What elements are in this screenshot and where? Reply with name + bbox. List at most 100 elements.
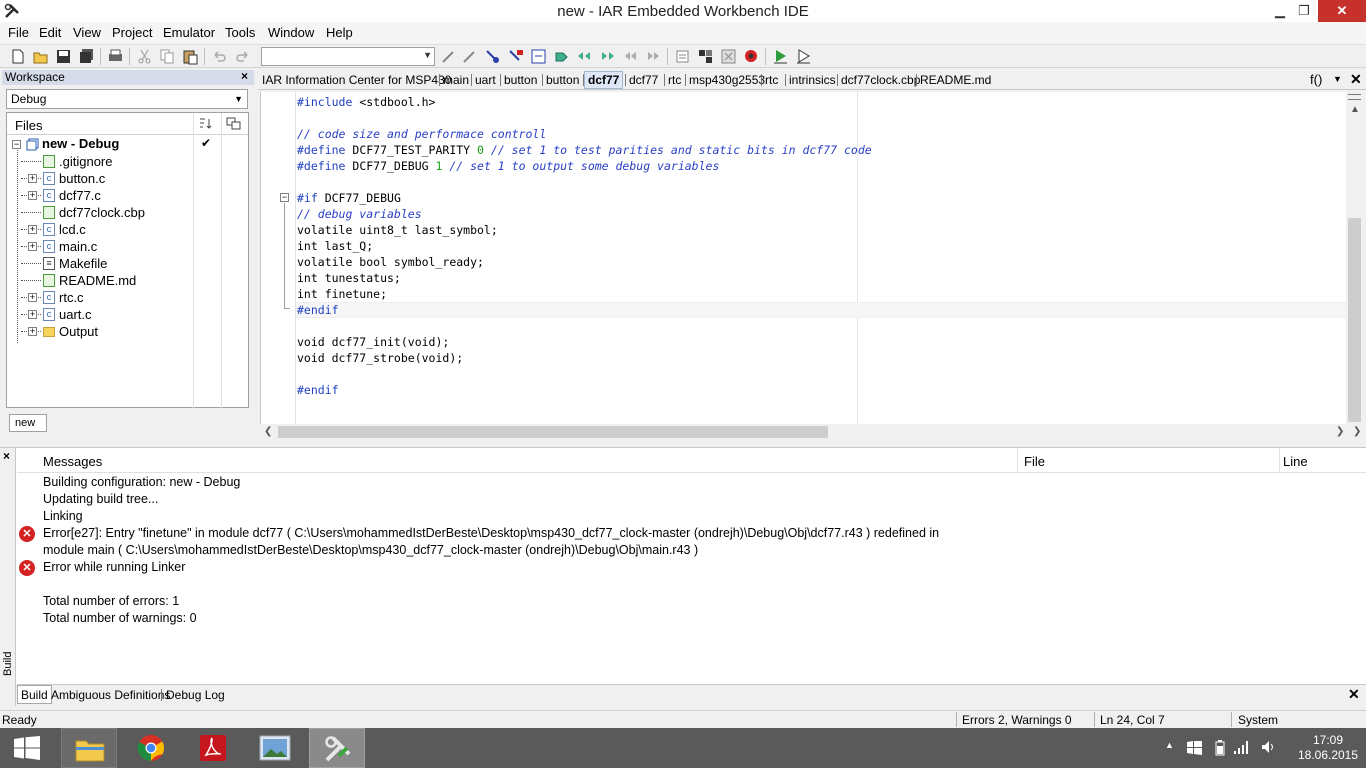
- file-column-header[interactable]: File: [1024, 454, 1045, 469]
- tab-debug-log[interactable]: Debug Log: [166, 688, 225, 702]
- tree-item[interactable]: + c main.c: [7, 238, 248, 255]
- error-message[interactable]: Error while running Linker: [43, 560, 185, 574]
- volume-icon[interactable]: [1261, 740, 1275, 754]
- scroll-up-icon[interactable]: ▲: [1350, 104, 1360, 115]
- acrobat-task-button[interactable]: [185, 728, 241, 768]
- close-icon[interactable]: ×: [241, 69, 248, 83]
- find-previous-icon[interactable]: [461, 48, 478, 65]
- editor-tab[interactable]: dcf77: [629, 73, 658, 87]
- fold-collapse-icon[interactable]: −: [280, 193, 289, 202]
- horizontal-scroll-thumb[interactable]: [278, 426, 828, 438]
- function-navigator[interactable]: f(): [1310, 72, 1322, 87]
- configuration-select[interactable]: Debug ▼: [6, 89, 248, 109]
- editor-tab[interactable]: dcf77clock.cbp: [841, 73, 920, 87]
- editor-tab[interactable]: msp430g2553: [689, 73, 765, 87]
- editor-tab[interactable]: dcf77: [584, 71, 624, 89]
- chrome-task-button[interactable]: [123, 728, 179, 768]
- find-next-icon[interactable]: [440, 48, 457, 65]
- menu-file[interactable]: File: [8, 25, 29, 40]
- splitter-handle[interactable]: [1348, 94, 1361, 100]
- undo-icon[interactable]: [211, 48, 228, 65]
- close-icon[interactable]: ×: [3, 449, 10, 463]
- sort-icon[interactable]: [198, 117, 213, 130]
- navigate-backward-icon[interactable]: [622, 48, 639, 65]
- editor-tab[interactable]: button: [504, 73, 537, 87]
- menu-edit[interactable]: Edit: [39, 25, 61, 40]
- horizontal-scrollbar[interactable]: ❮ ❯ ❯: [260, 424, 1366, 440]
- download-and-debug-icon[interactable]: [772, 48, 789, 65]
- breakpoint-icon[interactable]: [743, 48, 760, 65]
- menu-project[interactable]: Project: [112, 25, 152, 40]
- chevron-down-icon[interactable]: ▼: [234, 94, 243, 104]
- editor-tab[interactable]: rtc: [668, 73, 681, 87]
- next-bookmark-icon[interactable]: [599, 48, 616, 65]
- print-icon[interactable]: [107, 48, 124, 65]
- message-line[interactable]: Total number of warnings: 0: [43, 611, 197, 625]
- tree-item[interactable]: + c button.c: [7, 170, 248, 187]
- redo-icon[interactable]: [234, 48, 251, 65]
- chevron-down-icon[interactable]: ▼: [1333, 74, 1342, 84]
- make-icon[interactable]: [697, 48, 714, 65]
- expand-icon[interactable]: +: [28, 327, 37, 336]
- find-in-files-icon[interactable]: [484, 48, 501, 65]
- vertical-scrollbar[interactable]: ▲: [1346, 92, 1363, 424]
- menu-help[interactable]: Help: [326, 25, 353, 40]
- expand-icon[interactable]: +: [28, 310, 37, 319]
- battery-icon[interactable]: [1215, 740, 1225, 756]
- restore-button[interactable]: ❐: [1290, 0, 1318, 22]
- collapse-icon[interactable]: −: [12, 140, 21, 149]
- expand-icon[interactable]: +: [28, 293, 37, 302]
- editor-tab[interactable]: IAR Information Center for MSP430: [262, 73, 451, 87]
- go-to-icon[interactable]: [530, 48, 547, 65]
- tab-ambiguous-definitions[interactable]: Ambiguous Definitions: [51, 688, 170, 702]
- debug-without-download-icon[interactable]: [795, 48, 812, 65]
- tab-build[interactable]: Build: [17, 685, 52, 704]
- editor-tab[interactable]: rtc: [765, 73, 778, 87]
- paste-icon[interactable]: [182, 48, 199, 65]
- tree-project-node[interactable]: − new - Debug ✔: [7, 136, 248, 153]
- menu-emulator[interactable]: Emulator: [163, 25, 215, 40]
- new-file-icon[interactable]: [9, 48, 26, 65]
- action-center-flag-icon[interactable]: [1187, 741, 1202, 755]
- chevron-down-icon[interactable]: ▼: [423, 50, 432, 60]
- tree-item[interactable]: ≡ Makefile: [7, 255, 248, 272]
- editor-tab[interactable]: README.md: [920, 73, 991, 87]
- menu-tools[interactable]: Tools: [225, 25, 255, 40]
- menu-window[interactable]: Window: [268, 25, 314, 40]
- open-folder-icon[interactable]: [32, 48, 49, 65]
- tree-item[interactable]: dcf77clock.cbp: [7, 204, 248, 221]
- network-signal-icon[interactable]: [1234, 740, 1250, 754]
- workspace-tab-new[interactable]: new: [9, 414, 47, 432]
- message-line[interactable]: Total number of errors: 1: [43, 594, 179, 608]
- save-all-icon[interactable]: [78, 48, 95, 65]
- replace-icon[interactable]: [507, 48, 524, 65]
- message-line[interactable]: Updating build tree...: [43, 492, 158, 506]
- photo-viewer-task-button[interactable]: [247, 728, 303, 768]
- show-hidden-icons-icon[interactable]: ▲: [1165, 740, 1174, 750]
- close-icon[interactable]: ✕: [1348, 686, 1360, 703]
- tree-item[interactable]: + c rtc.c: [7, 289, 248, 306]
- expand-icon[interactable]: +: [28, 191, 37, 200]
- message-line[interactable]: Building configuration: new - Debug: [43, 475, 240, 489]
- tree-item[interactable]: README.md: [7, 272, 248, 289]
- expand-icon[interactable]: +: [28, 225, 37, 234]
- navigate-forward-icon[interactable]: [645, 48, 662, 65]
- message-line[interactable]: Linking: [43, 509, 83, 523]
- expand-icon[interactable]: +: [28, 174, 37, 183]
- line-column-header[interactable]: Line: [1283, 454, 1308, 469]
- code-editor[interactable]: − #include <stdbool.h> // code size and …: [260, 92, 1347, 424]
- close-icon[interactable]: ✕: [1350, 71, 1362, 88]
- editor-tab[interactable]: button: [546, 73, 579, 87]
- menu-view[interactable]: View: [73, 25, 101, 40]
- copy-icon[interactable]: [159, 48, 176, 65]
- save-icon[interactable]: [55, 48, 72, 65]
- clock[interactable]: 17:09 18.06.2015: [1292, 733, 1364, 763]
- close-window-button[interactable]: ✕: [1318, 0, 1366, 22]
- tree-item[interactable]: + c dcf77.c: [7, 187, 248, 204]
- vertical-scroll-thumb[interactable]: [1348, 218, 1361, 422]
- scroll-down-icon[interactable]: ❯: [1353, 426, 1361, 437]
- find-combo[interactable]: ▼: [261, 47, 435, 66]
- scroll-right-icon[interactable]: ❯: [1336, 426, 1344, 437]
- editor-tab[interactable]: intrinsics: [789, 73, 836, 87]
- file-explorer-task-button[interactable]: [61, 728, 117, 768]
